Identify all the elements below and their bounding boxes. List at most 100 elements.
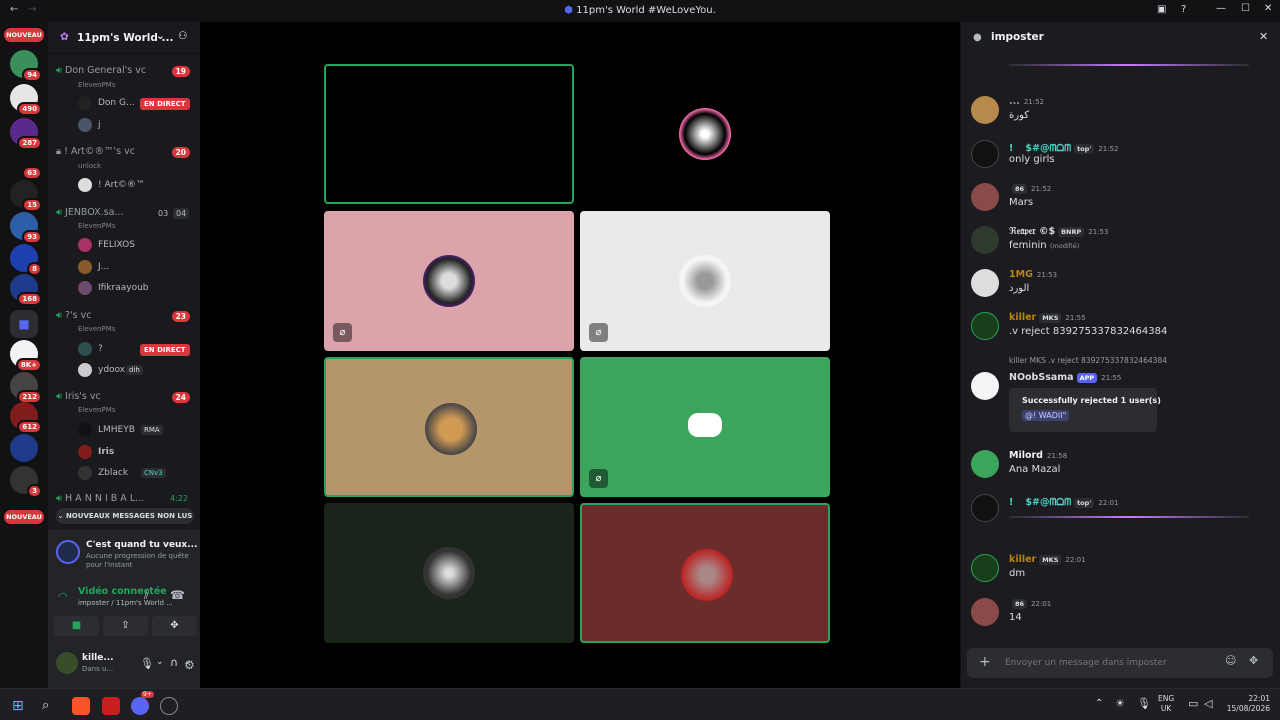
voice-user[interactable]: Ifikraayoub (98, 283, 149, 293)
avatar[interactable] (971, 312, 999, 340)
server-icon[interactable] (10, 434, 38, 462)
voice-user[interactable]: ? (98, 344, 103, 354)
chevron-down-icon[interactable]: ⌄ (156, 30, 165, 42)
voice-user[interactable]: LMHEYB (98, 425, 135, 435)
windows-start-icon[interactable]: ⊞ (12, 697, 30, 715)
message-author[interactable]: Milord 21:58 (1009, 450, 1067, 461)
avatar[interactable] (971, 372, 999, 400)
avatar[interactable] (78, 363, 92, 377)
maximize-icon[interactable]: ☐ (1241, 3, 1250, 14)
voice-channel[interactable]: 🔊︎ JENBOX.sa... (56, 207, 124, 218)
server-icon[interactable]: 168 (10, 274, 42, 306)
server-icon[interactable]: 212 (10, 372, 42, 404)
voice-user[interactable]: J... (98, 262, 109, 272)
search-icon[interactable]: ⌕ (42, 697, 60, 715)
voice-channel[interactable]: 🔊︎ Don General's vc (56, 65, 146, 76)
voice-channel[interactable]: 🔊︎ H A N N I B A L... (56, 493, 144, 504)
brightness-icon[interactable]: ☀ (1115, 697, 1125, 710)
avatar[interactable] (971, 96, 999, 124)
server-icon[interactable]: 93 (10, 212, 42, 244)
avatar[interactable] (971, 450, 999, 478)
unread-messages-banner[interactable]: ⌄ NOUVEAUX MESSAGES NON LUS (56, 508, 194, 524)
server-icon[interactable]: 8 (10, 244, 42, 276)
video-tile[interactable]: ⌀ (324, 211, 574, 351)
brave-browser-icon[interactable] (72, 697, 90, 715)
chevron-up-icon[interactable]: ⌃ (1095, 698, 1103, 709)
discord-icon[interactable]: 9+ (131, 691, 154, 715)
folder-icon[interactable]: ■ (10, 310, 38, 338)
video-tile[interactable] (580, 503, 830, 643)
clock[interactable]: 22:01 15/08/2026 (1226, 694, 1270, 714)
avatar[interactable] (78, 423, 92, 437)
close-icon[interactable]: ✕ (1264, 3, 1272, 14)
video-tile[interactable] (580, 64, 830, 204)
message-author[interactable]: 1MG 21:53 (1009, 269, 1057, 280)
avatar[interactable] (971, 140, 999, 168)
voice-user[interactable]: Iris (98, 447, 114, 457)
voice-user[interactable]: ! Art©®™ (98, 180, 145, 190)
message-author[interactable]: 86 21:52 (1009, 183, 1051, 194)
voice-user[interactable]: Zblack (98, 468, 128, 478)
screen-share-button[interactable]: ⇪ (103, 616, 148, 636)
quest-title[interactable]: C'est quand tu veux... (86, 540, 197, 550)
app-icon[interactable] (102, 697, 120, 715)
apps-icon[interactable]: ✥ (1249, 654, 1258, 667)
username[interactable]: kille... (82, 653, 114, 663)
noise-suppression-icon[interactable]: ⫽ (144, 588, 149, 603)
message-author[interactable]: 86 22:01 (1009, 598, 1051, 609)
voice-channel[interactable]: 🔒︎ ! Art©®™'s vc (56, 146, 135, 157)
microphone-icon[interactable]: 🎙︎ (1137, 697, 1151, 710)
voice-user[interactable]: Don G... (98, 98, 135, 108)
server-icon[interactable]: 8K+ (10, 340, 42, 372)
message-author[interactable]: ℜ𝔢𝔞𝔭𝔢𝔯 ©$ BNRP 21:53 (1009, 226, 1108, 237)
avatar[interactable] (78, 466, 92, 480)
voice-channel[interactable]: 🔊︎ Iris's vc (56, 391, 101, 402)
disconnect-icon[interactable]: ☎ (170, 588, 185, 602)
server-icon[interactable]: 3 (10, 466, 42, 498)
voice-user[interactable]: ydoox (98, 365, 125, 375)
volume-icon[interactable]: ◁ (1204, 697, 1212, 710)
message-author[interactable]: killer MKS 22:01 (1009, 554, 1086, 565)
message-author[interactable]: ! ﾠ$#@ᗰᗝᗰ top' 22:01 (1009, 494, 1118, 508)
app-icon[interactable] (160, 697, 178, 715)
inbox-icon[interactable]: ▣ (1157, 4, 1166, 15)
close-icon[interactable]: ✕ (1259, 30, 1268, 43)
avatar[interactable] (971, 494, 999, 522)
message-author[interactable]: killer MKS 21:55 (1009, 312, 1086, 323)
avatar[interactable] (78, 342, 92, 356)
chevron-down-icon[interactable]: ⌄ (156, 657, 164, 667)
emoji-icon[interactable]: ☺ (1225, 654, 1236, 667)
camera-button[interactable]: ■ (54, 616, 99, 636)
microphone-icon[interactable]: 🎙︎ (140, 657, 154, 670)
avatar[interactable] (78, 178, 92, 192)
avatar[interactable] (78, 281, 92, 295)
message-input[interactable] (1005, 654, 1215, 672)
message-author[interactable]: ... 21:52 (1009, 96, 1044, 107)
avatar[interactable] (971, 226, 999, 254)
settings-icon[interactable]: ⚙ (184, 658, 195, 672)
video-tile[interactable] (324, 357, 574, 497)
avatar[interactable] (78, 445, 92, 459)
add-member-icon[interactable]: ⚇ (178, 30, 187, 42)
avatar[interactable] (971, 598, 999, 626)
add-attachment-icon[interactable]: + (979, 654, 991, 670)
avatar[interactable] (78, 260, 92, 274)
avatar[interactable] (78, 238, 92, 252)
voice-status[interactable]: Vidéo connectée (78, 586, 167, 597)
video-tile[interactable]: ⌀ (580, 211, 830, 351)
help-icon[interactable]: ? (1181, 4, 1186, 15)
avatar[interactable] (971, 554, 999, 582)
video-tile[interactable]: ⌀ (580, 357, 830, 497)
voice-channel[interactable]: 🔊︎ ?'s vc (56, 310, 91, 321)
activities-button[interactable]: ✥ (152, 616, 197, 636)
voice-location[interactable]: imposter / 11pm's World ... (78, 599, 173, 607)
avatar[interactable] (78, 96, 92, 110)
guild-header[interactable]: ✿ 11pm's World ... ⌄ ⚇ (48, 22, 200, 54)
avatar[interactable] (78, 118, 92, 132)
server-icon[interactable]: 287 (10, 118, 42, 150)
language-indicator[interactable]: ENG UK (1158, 694, 1174, 714)
avatar[interactable] (56, 652, 78, 674)
headphones-icon[interactable]: ∩ (170, 656, 178, 669)
avatar[interactable] (971, 183, 999, 211)
reply-preview[interactable]: killer MKS .v reject 839275337832464384 (1009, 356, 1167, 365)
